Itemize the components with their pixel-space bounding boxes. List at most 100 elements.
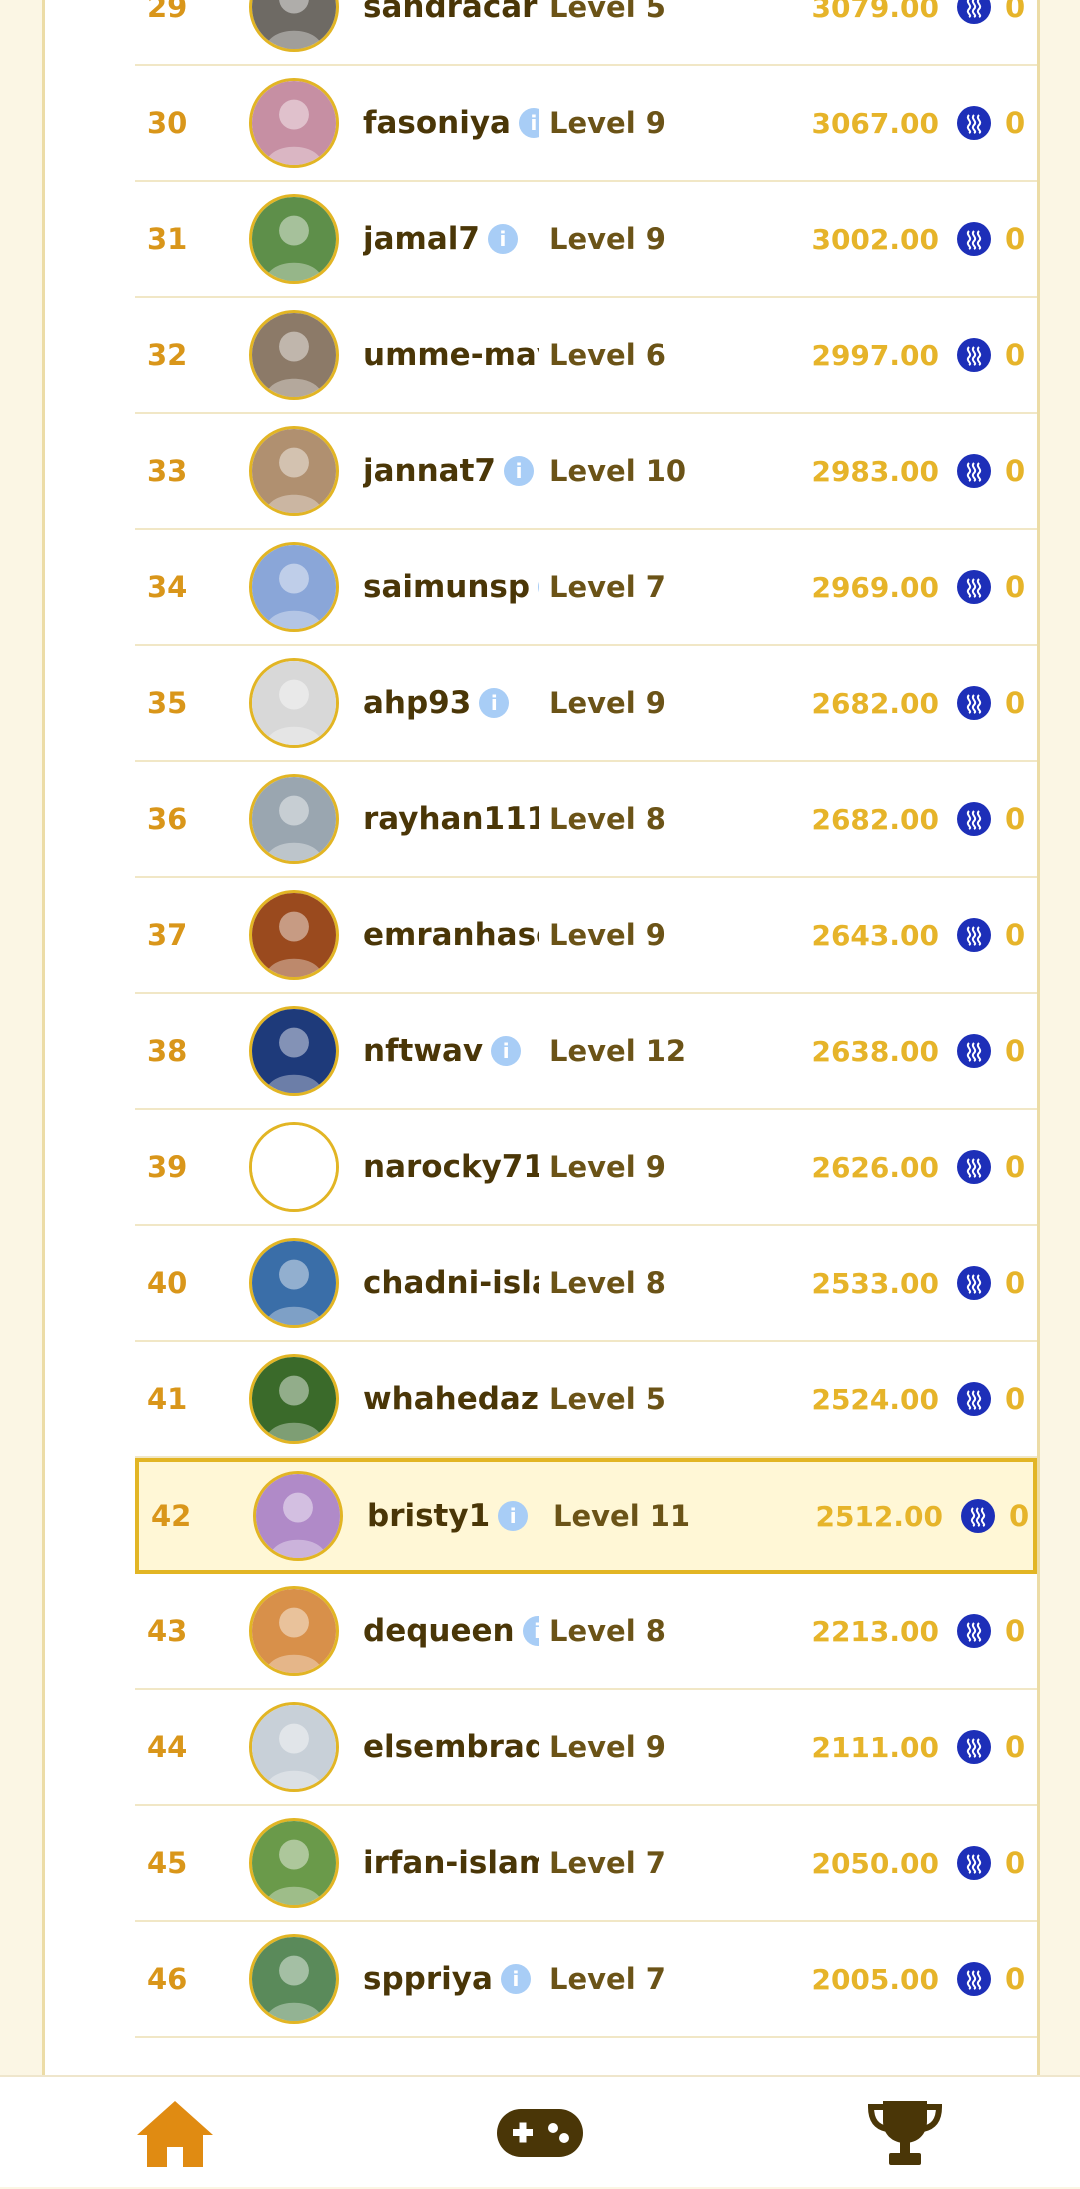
table-row[interactable]: 37 emranhasci Level 9 2643.00 0 (135, 878, 1037, 994)
table-row[interactable]: 41 whahedazi Level 5 2524.00 0 (135, 1342, 1037, 1458)
table-row[interactable]: 38 nftwav i Level 12 2638.00 0 (135, 994, 1037, 1110)
username[interactable]: jamal7 (363, 221, 480, 257)
table-row[interactable]: 32 umme-mavi Level 6 2997.00 0 (135, 298, 1037, 414)
avatar[interactable] (249, 1354, 339, 1444)
username-cell[interactable]: ahp93 i (363, 646, 539, 760)
avatar[interactable] (249, 1122, 339, 1212)
username-cell[interactable]: irfan-islami (363, 1806, 539, 1920)
username-cell[interactable]: nftwav i (363, 994, 539, 1108)
info-icon[interactable]: i (518, 108, 539, 138)
table-row[interactable]: 36 rayhan111i Level 8 2682.00 0 (135, 762, 1037, 878)
username-cell[interactable]: jannat7 i (363, 414, 539, 528)
username-cell[interactable]: jamal7 i (363, 182, 539, 296)
username[interactable]: sppriya (363, 1961, 493, 1997)
username[interactable]: nftwav (363, 1033, 483, 1069)
rank-number: 42 (151, 1499, 192, 1533)
table-row[interactable]: 40 chadni-islai Level 8 2533.00 0 (135, 1226, 1037, 1342)
info-icon[interactable]: i (522, 1616, 539, 1646)
username-cell[interactable]: fasoniya i (363, 66, 539, 180)
table-row[interactable]: 39 narocky71i Level 9 2626.00 0 (135, 1110, 1037, 1226)
table-row[interactable]: 29 sandracarıi Level 5 3079.00 0 (135, 0, 1037, 66)
username[interactable]: emranhasc (363, 917, 539, 953)
table-row-current-user[interactable]: 42 bristy1 i Level 11 2512.00 0 (135, 1458, 1037, 1574)
level-label: Level 7 (549, 1962, 666, 1996)
avatar[interactable] (253, 1471, 343, 1561)
points-value: 2638.00 (811, 1034, 939, 1068)
avatar[interactable] (249, 1934, 339, 2024)
username[interactable]: ahp93 (363, 685, 471, 721)
username-cell[interactable]: dequeen i (363, 1574, 539, 1688)
avatar[interactable] (249, 1238, 339, 1328)
reward-cell: 0 (957, 182, 1037, 296)
table-row[interactable]: 34 saimunsp i Level 7 2969.00 0 (135, 530, 1037, 646)
reward-cell: 0 (957, 1110, 1037, 1224)
username-cell[interactable]: sandracarıi (363, 0, 539, 64)
username[interactable]: whahedaz (363, 1381, 539, 1417)
reward-value: 0 (1009, 1499, 1030, 1533)
level-label: Level 9 (549, 1730, 666, 1764)
username-cell[interactable]: whahedazi (363, 1342, 539, 1456)
table-row[interactable]: 44 elsembradi Level 9 2111.00 0 (135, 1690, 1037, 1806)
table-row[interactable]: 45 irfan-islami Level 7 2050.00 0 (135, 1806, 1037, 1922)
rank-number: 34 (147, 570, 188, 604)
table-row[interactable]: 31 jamal7 i Level 9 3002.00 0 (135, 182, 1037, 298)
table-row[interactable]: 35 ahp93 i Level 9 2682.00 0 (135, 646, 1037, 762)
avatar[interactable] (249, 890, 339, 980)
nav-home-button[interactable] (110, 2077, 240, 2189)
avatar[interactable] (249, 542, 339, 632)
reward-value: 0 (1005, 1034, 1026, 1068)
avatar[interactable] (249, 194, 339, 284)
nav-games-button[interactable] (475, 2077, 605, 2189)
username-cell[interactable]: sppriya i (363, 1922, 539, 2036)
avatar[interactable] (249, 426, 339, 516)
table-row[interactable]: 30 fasoniya i Level 9 3067.00 0 (135, 66, 1037, 182)
username[interactable]: narocky71 (363, 1149, 539, 1185)
info-icon[interactable]: i (491, 1036, 522, 1066)
username-cell[interactable]: rayhan111i (363, 762, 539, 876)
username[interactable]: elsembrad (363, 1729, 539, 1765)
steem-coin-icon (957, 1730, 991, 1764)
rank-number: 36 (147, 802, 188, 836)
reward-value: 0 (1005, 802, 1026, 836)
table-row[interactable]: 43 dequeen i Level 8 2213.00 0 (135, 1574, 1037, 1690)
username-cell[interactable]: bristy1 i (367, 1462, 543, 1570)
avatar[interactable] (249, 310, 339, 400)
table-row[interactable]: 33 jannat7 i Level 10 2983.00 0 (135, 414, 1037, 530)
info-icon[interactable]: i (498, 1501, 529, 1531)
username-cell[interactable]: saimunsp i (363, 530, 539, 644)
username[interactable]: saimunsp (363, 569, 530, 605)
avatar[interactable] (249, 78, 339, 168)
username[interactable]: umme-mav (363, 337, 539, 373)
avatar[interactable] (249, 1586, 339, 1676)
username-cell[interactable]: umme-mavi (363, 298, 539, 412)
username[interactable]: chadni-isla (363, 1265, 539, 1301)
avatar[interactable] (249, 1702, 339, 1792)
avatar[interactable] (249, 0, 339, 52)
info-icon[interactable]: i (479, 688, 510, 718)
username-cell[interactable]: emranhasci (363, 878, 539, 992)
username-cell[interactable]: chadni-islai (363, 1226, 539, 1340)
info-icon[interactable]: i (500, 1964, 531, 1994)
username-cell[interactable]: narocky71i (363, 1110, 539, 1224)
username[interactable]: irfan-islam (363, 1845, 539, 1881)
username[interactable]: dequeen (363, 1613, 515, 1649)
username[interactable]: sandracarı (363, 0, 539, 25)
level-label: Level 8 (549, 1614, 666, 1648)
avatar[interactable] (249, 658, 339, 748)
reward-cell: 0 (957, 1806, 1037, 1920)
avatar[interactable] (249, 774, 339, 864)
username-cell[interactable]: elsembradi (363, 1690, 539, 1804)
info-icon[interactable]: i (538, 572, 539, 602)
info-icon[interactable]: i (487, 224, 518, 254)
steem-coin-icon (957, 570, 991, 604)
username[interactable]: bristy1 (367, 1498, 490, 1534)
info-icon[interactable]: i (504, 456, 534, 486)
username[interactable]: rayhan111 (363, 801, 539, 837)
table-row[interactable]: 46 sppriya i Level 7 2005.00 0 (135, 1922, 1037, 2038)
nav-leaderboard-button[interactable] (840, 2077, 970, 2189)
username[interactable]: jannat7 (363, 453, 496, 489)
avatar[interactable] (249, 1818, 339, 1908)
avatar[interactable] (249, 1006, 339, 1096)
avatar-cell (249, 1342, 341, 1456)
username[interactable]: fasoniya (363, 105, 511, 141)
